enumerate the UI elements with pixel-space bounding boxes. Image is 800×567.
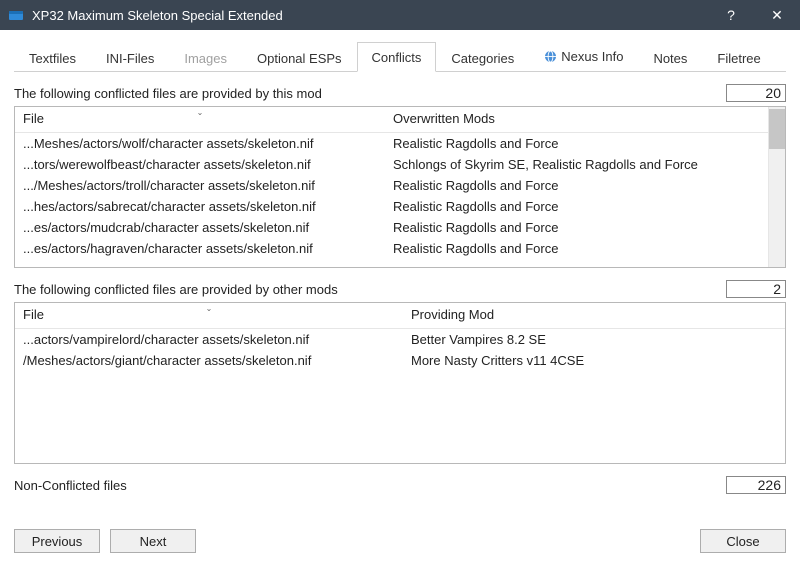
tab-filetree[interactable]: Filetree xyxy=(702,43,775,72)
tab-nexus-info[interactable]: Nexus Info xyxy=(529,41,638,72)
table-row[interactable]: ...hes/actors/sabrecat/character assets/… xyxy=(15,196,768,217)
provided-by-other-mods-count: 2 xyxy=(726,280,786,298)
window-title: XP32 Maximum Skeleton Special Extended xyxy=(32,8,283,23)
overwritten-list: File ⌄ Providing Mod ...actors/vampirelo… xyxy=(14,302,786,464)
tab-textfiles[interactable]: Textfiles xyxy=(14,43,91,72)
table-row[interactable]: ...es/actors/hagraven/character assets/s… xyxy=(15,238,768,259)
chevron-down-icon: ⌄ xyxy=(197,108,204,117)
table-row[interactable]: /Meshes/actors/giant/character assets/sk… xyxy=(15,350,785,371)
provided-by-this-mod-header: The following conflicted files are provi… xyxy=(14,84,786,102)
column-file[interactable]: File ⌄ xyxy=(15,303,403,328)
table-row[interactable]: .../Meshes/actors/troll/character assets… xyxy=(15,175,768,196)
overwriting-list: File ⌄ Overwritten Mods ...Meshes/actors… xyxy=(14,106,786,268)
overwriting-scrollbar[interactable] xyxy=(768,107,785,267)
column-overwritten-mods[interactable]: Overwritten Mods xyxy=(385,107,768,132)
tab-categories[interactable]: Categories xyxy=(436,43,529,72)
tab-ini-files[interactable]: INI-Files xyxy=(91,43,169,72)
help-button[interactable]: ? xyxy=(708,0,754,30)
titlebar: XP32 Maximum Skeleton Special Extended ?… xyxy=(0,0,800,30)
tab-strip: Textfiles INI-Files Images Optional ESPs… xyxy=(14,40,786,72)
table-row[interactable]: ...Meshes/actors/wolf/character assets/s… xyxy=(15,133,768,154)
tab-notes[interactable]: Notes xyxy=(638,43,702,72)
tab-images: Images xyxy=(169,43,242,72)
table-row[interactable]: ...actors/vampirelord/character assets/s… xyxy=(15,329,785,350)
provided-by-other-mods-label: The following conflicted files are provi… xyxy=(14,282,726,297)
table-row[interactable]: ...es/actors/mudcrab/character assets/sk… xyxy=(15,217,768,238)
client-area: Textfiles INI-Files Images Optional ESPs… xyxy=(0,30,800,567)
chevron-down-icon: ⌄ xyxy=(206,304,213,313)
close-window-button[interactable]: ✕ xyxy=(754,0,800,30)
overwriting-rows: ...Meshes/actors/wolf/character assets/s… xyxy=(15,133,768,266)
non-conflicted-header: Non-Conflicted files 226 xyxy=(14,476,786,494)
previous-button[interactable]: Previous xyxy=(14,529,100,553)
column-providing-mod[interactable]: Providing Mod xyxy=(403,303,785,328)
dialog-buttons: Previous Next Close xyxy=(14,515,786,553)
globe-icon xyxy=(544,50,557,66)
overwriting-columns: File ⌄ Overwritten Mods xyxy=(15,107,768,133)
next-button[interactable]: Next xyxy=(110,529,196,553)
provided-by-other-mods-header: The following conflicted files are provi… xyxy=(14,280,786,298)
column-file[interactable]: File ⌄ xyxy=(15,107,385,132)
close-button[interactable]: Close xyxy=(700,529,786,553)
provided-by-this-mod-count: 20 xyxy=(726,84,786,102)
tab-optional-esps[interactable]: Optional ESPs xyxy=(242,43,357,72)
provided-by-this-mod-label: The following conflicted files are provi… xyxy=(14,86,726,101)
non-conflicted-count: 226 xyxy=(726,476,786,494)
table-row[interactable]: ...tors/werewolfbeast/character assets/s… xyxy=(15,154,768,175)
overwritten-rows: ...actors/vampirelord/character assets/s… xyxy=(15,329,785,462)
scrollbar-thumb[interactable] xyxy=(769,109,785,149)
non-conflicted-label: Non-Conflicted files xyxy=(14,478,726,493)
overwritten-columns: File ⌄ Providing Mod xyxy=(15,303,785,329)
app-icon xyxy=(8,7,24,23)
tab-conflicts[interactable]: Conflicts xyxy=(357,42,437,72)
